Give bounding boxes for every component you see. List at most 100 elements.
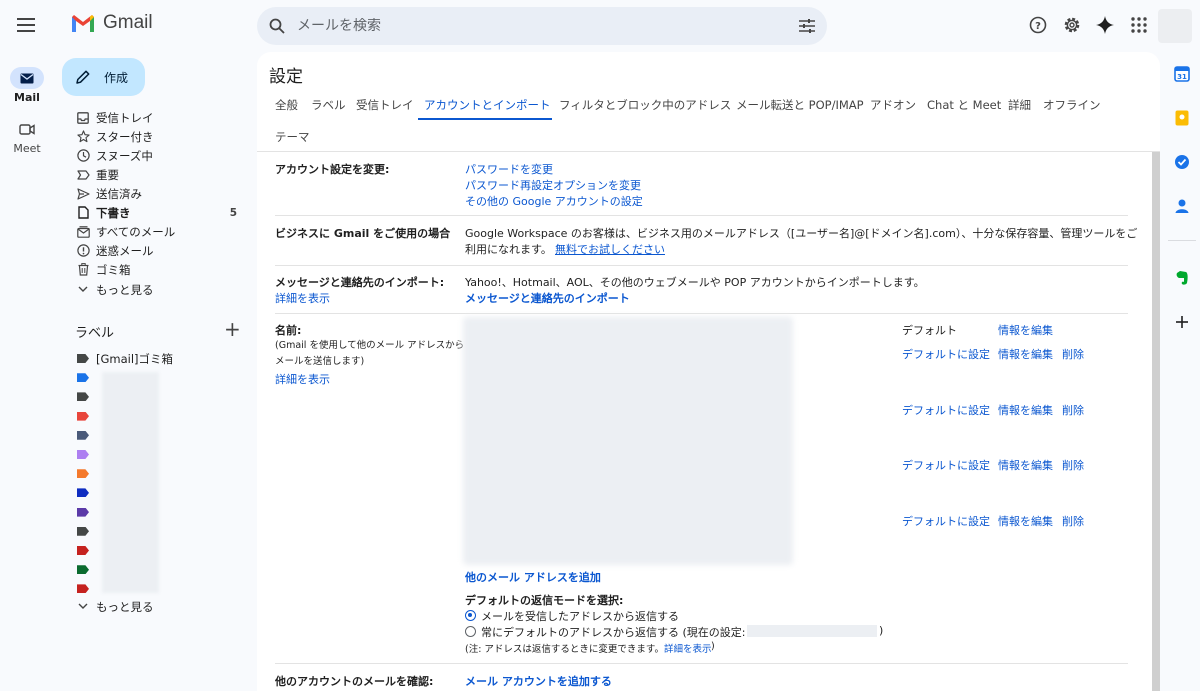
search-bar[interactable]: [257, 7, 827, 45]
nav-item-trash[interactable]: ゴミ箱: [70, 260, 245, 279]
main-menu-button[interactable]: [11, 10, 41, 40]
import-mail-contacts-link[interactable]: メッセージと連絡先のインポート: [465, 290, 630, 306]
row-divider: [275, 265, 1128, 266]
video-camera-icon: [10, 118, 44, 140]
password-recovery-link[interactable]: パスワード再設定オプションを変更: [465, 177, 641, 193]
label-item-gmail-trash[interactable]: [Gmail]ゴミ箱: [96, 349, 236, 368]
apps-grid-icon[interactable]: [1127, 13, 1151, 37]
label-color-icon[interactable]: [77, 507, 89, 517]
change-password-link[interactable]: パスワードを変更: [465, 161, 553, 177]
tasks-icon[interactable]: [1172, 152, 1192, 172]
nav-item-more[interactable]: もっと見る: [70, 280, 245, 299]
label-color-icon[interactable]: [77, 565, 89, 575]
label-color-icon[interactable]: [77, 392, 89, 402]
set-default-link[interactable]: デフォルトに設定: [902, 513, 990, 529]
redacted-current-address: [747, 625, 877, 637]
get-addons-plus-icon[interactable]: [1172, 312, 1192, 332]
rail-meet[interactable]: Meet: [0, 118, 54, 155]
search-input[interactable]: [297, 18, 799, 34]
tab-offline[interactable]: オフライン: [1043, 97, 1101, 113]
tab-inbox[interactable]: 受信トレイ: [356, 97, 414, 113]
add-label-button[interactable]: +: [224, 318, 241, 340]
set-default-link[interactable]: デフォルトに設定: [902, 457, 990, 473]
label-color-icon[interactable]: [77, 469, 89, 479]
nav-item-starred[interactable]: スター付き: [70, 127, 245, 146]
row-divider: [275, 663, 1128, 664]
tab-chat-meet[interactable]: Chat と Meet: [927, 97, 1001, 113]
delete-link[interactable]: 削除: [1062, 402, 1084, 418]
reply-note-details-link[interactable]: 詳細を表示: [664, 641, 712, 655]
nav-item-snoozed[interactable]: スヌーズ中: [70, 146, 245, 165]
delete-link[interactable]: 削除: [1062, 513, 1084, 529]
plus-icon: +: [224, 317, 241, 341]
reply-from-received-radio[interactable]: [465, 610, 476, 621]
label-color-icon[interactable]: [77, 430, 89, 440]
tab-general[interactable]: 全般: [275, 97, 298, 113]
nav-item-drafts[interactable]: 下書き 5: [70, 203, 245, 222]
nav-item-important[interactable]: 重要: [70, 165, 245, 184]
active-tab-indicator: [418, 118, 552, 120]
tab-forwarding[interactable]: メール転送と POP/IMAP: [736, 97, 864, 113]
labels-more[interactable]: もっと見る: [70, 597, 245, 616]
edit-info-link[interactable]: 情報を編集: [998, 322, 1053, 338]
import-details-link[interactable]: 詳細を表示: [275, 290, 330, 306]
nav-item-all-mail[interactable]: すべてのメール: [70, 222, 245, 241]
search-icon[interactable]: [269, 18, 285, 34]
label-color-icon[interactable]: [77, 411, 89, 421]
evernote-icon[interactable]: [1172, 268, 1192, 288]
label-color-icon[interactable]: [77, 354, 89, 363]
label-color-icon[interactable]: [77, 546, 89, 555]
search-options-icon[interactable]: [799, 19, 815, 33]
tab-themes[interactable]: テーマ: [275, 129, 310, 145]
edit-info-link[interactable]: 情報を編集: [998, 457, 1053, 473]
edit-info-link[interactable]: 情報を編集: [998, 346, 1053, 362]
calendar-icon[interactable]: 31: [1172, 64, 1192, 84]
other-google-settings-link[interactable]: その他の Google アカウントの設定: [465, 193, 643, 209]
labels-heading: ラベル: [75, 326, 115, 341]
reply-from-default-radio[interactable]: [465, 626, 476, 637]
import-label: メッセージと連絡先のインポート:: [275, 276, 445, 289]
delete-link[interactable]: 削除: [1062, 346, 1084, 362]
nav-item-spam[interactable]: 迷惑メール: [70, 241, 245, 260]
compose-button[interactable]: 作成: [62, 58, 145, 96]
tab-advanced[interactable]: 詳細: [1008, 97, 1031, 113]
nav-item-sent[interactable]: 送信済み: [70, 184, 245, 203]
add-mail-account-link[interactable]: メール アカウントを追加する: [465, 673, 612, 689]
tab-filters[interactable]: フィルタとブロック中のアドレス: [559, 97, 731, 113]
label-color-icon[interactable]: [77, 450, 89, 459]
nav-label: 受信トレイ: [96, 110, 154, 125]
add-email-address-link[interactable]: 他のメール アドレスを追加: [465, 569, 601, 585]
nav-item-inbox[interactable]: 受信トレイ: [70, 108, 245, 127]
edit-info-link[interactable]: 情報を編集: [998, 402, 1053, 418]
contacts-icon[interactable]: [1172, 196, 1192, 216]
tab-labels[interactable]: ラベル: [311, 97, 346, 113]
set-default-link[interactable]: デフォルトに設定: [902, 402, 990, 418]
nav-label: スター付き: [96, 129, 154, 144]
reply-option2-label: 常にデフォルトのアドレスから返信する (現在の設定:: [481, 626, 746, 639]
set-default-link[interactable]: デフォルトに設定: [902, 346, 990, 362]
rail-mail-label: Mail: [14, 91, 40, 104]
settings-gear-icon[interactable]: [1060, 13, 1084, 37]
nav-label: もっと見る: [96, 282, 154, 297]
rail-mail[interactable]: Mail: [0, 67, 54, 104]
star-icon: [70, 130, 96, 143]
gemini-sparkle-icon[interactable]: [1093, 13, 1117, 37]
tab-accounts-import[interactable]: アカウントとインポート: [424, 97, 551, 113]
keep-icon[interactable]: [1172, 108, 1192, 128]
gmail-logo[interactable]: Gmail: [70, 12, 153, 34]
label-color-icon[interactable]: [77, 584, 89, 594]
send-icon: [70, 187, 96, 200]
label-color-icon[interactable]: [77, 526, 89, 536]
free-trial-link[interactable]: 無料でお試しください: [555, 241, 665, 257]
account-avatar[interactable]: [1158, 9, 1192, 43]
label-color-icon[interactable]: [77, 373, 89, 383]
edit-info-link[interactable]: 情報を編集: [998, 513, 1053, 529]
label-color-icon[interactable]: [77, 488, 89, 498]
gmail-logo-text: Gmail: [103, 12, 153, 33]
delete-link[interactable]: 削除: [1062, 457, 1084, 473]
name-details-link[interactable]: 詳細を表示: [275, 371, 330, 387]
scrollbar-thumb[interactable]: [1152, 152, 1160, 691]
reply-option1-label: メールを受信したアドレスから返信する: [481, 610, 679, 623]
help-icon[interactable]: ?: [1026, 13, 1050, 37]
tab-addons[interactable]: アドオン: [870, 97, 916, 113]
